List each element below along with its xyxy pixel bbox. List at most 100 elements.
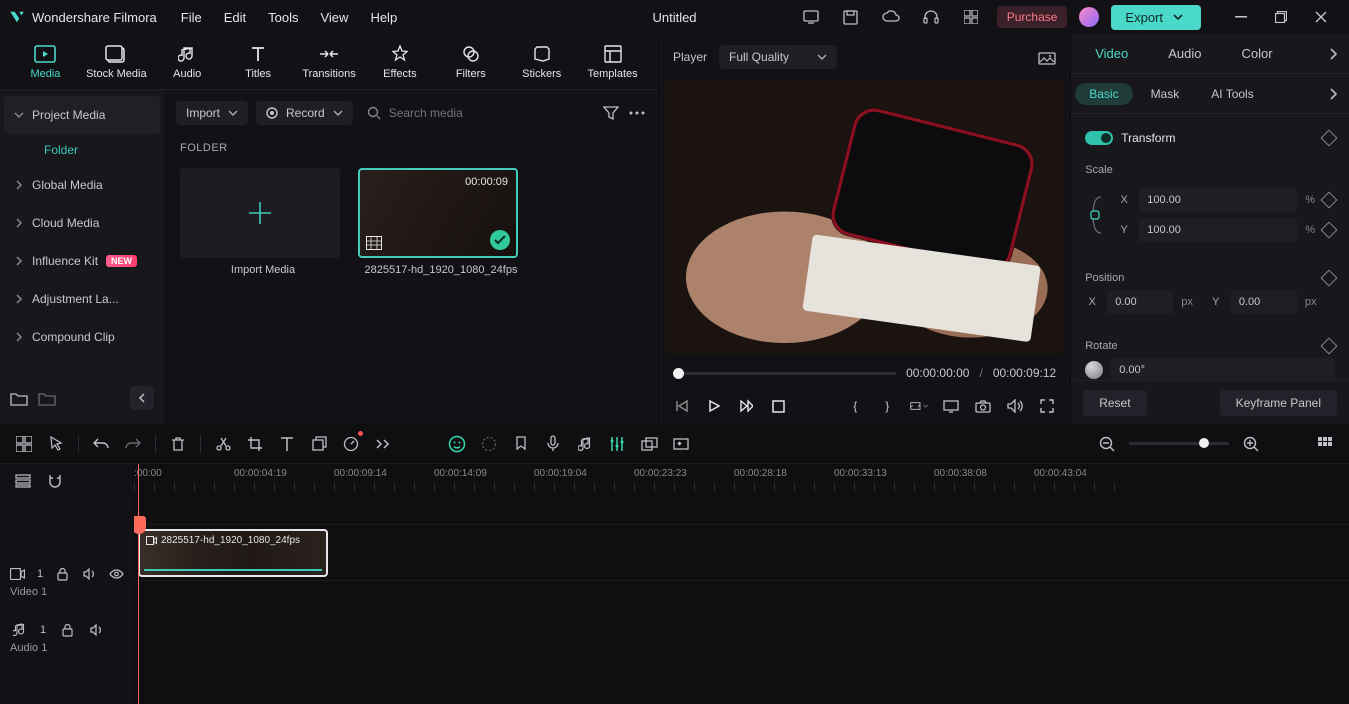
maximize-button[interactable] [1261,3,1301,31]
tab-filters[interactable]: Filters [435,38,506,86]
speed-icon[interactable] [341,434,361,454]
undo-icon[interactable] [91,434,111,454]
menu-view[interactable]: View [320,10,348,25]
pos-x-input[interactable] [1107,290,1173,314]
new-folder-icon[interactable] [10,390,28,406]
scrub-bar[interactable] [673,372,896,375]
keyframe-diamond[interactable] [1321,338,1338,355]
menu-edit[interactable]: Edit [224,10,246,25]
sidebar-folder[interactable]: Folder [4,134,160,166]
subtabs-scroll-right[interactable] [1327,86,1345,102]
keyframe-diamond[interactable] [1321,222,1338,239]
inspector-tab-audio[interactable]: Audio [1148,34,1221,73]
magnet-icon[interactable] [46,473,64,489]
headphones-icon[interactable] [917,3,945,31]
volume-button[interactable] [1006,398,1024,414]
transform-toggle[interactable] [1085,131,1113,145]
tabs-scroll-right[interactable] [1327,46,1345,62]
keyframe-diamond[interactable] [1321,130,1338,147]
minimize-button[interactable] [1221,3,1261,31]
tab-stock-media[interactable]: Stock Media [81,38,152,86]
keyframe-diamond[interactable] [1321,192,1338,209]
tab-templates[interactable]: Templates [577,38,648,86]
device-icon[interactable] [797,3,825,31]
rotate-knob[interactable] [1085,361,1103,379]
subtab-basic[interactable]: Basic [1075,83,1132,105]
snapshot-icon[interactable] [1038,49,1056,65]
ai-face-icon[interactable] [447,434,467,454]
tab-transitions[interactable]: Transitions [294,38,365,86]
prev-frame-button[interactable] [673,398,691,414]
camera-button[interactable] [974,398,992,414]
import-dropdown[interactable]: Import [176,101,248,125]
keyframe-diamond[interactable] [1321,270,1338,287]
view-options-icon[interactable] [1315,434,1335,454]
playhead[interactable] [138,464,139,704]
redo-icon[interactable] [123,434,143,454]
menu-help[interactable]: Help [370,10,397,25]
tab-stickers[interactable]: Stickers [506,38,577,86]
keyframe-icon[interactable] [671,434,691,454]
marker-icon[interactable] [511,434,531,454]
visibility-icon[interactable] [109,566,124,582]
zoom-slider[interactable] [1129,442,1229,445]
mute-icon[interactable] [88,622,106,638]
save-icon[interactable] [837,3,865,31]
mixer-icon[interactable] [607,434,627,454]
sidebar-cloud-media[interactable]: Cloud Media [4,204,160,242]
more-tools-icon[interactable] [373,434,393,454]
mark-in-button[interactable]: { [846,398,864,414]
close-button[interactable] [1301,3,1341,31]
playhead-handle[interactable] [134,516,146,534]
zoom-handle[interactable] [1199,438,1209,448]
inspector-tab-color[interactable]: Color [1221,34,1292,73]
collapse-sidebar-button[interactable] [130,386,154,410]
preview-viewport[interactable] [665,80,1064,354]
user-avatar[interactable] [1079,7,1099,27]
subtab-mask[interactable]: Mask [1137,83,1194,105]
sidebar-project-media[interactable]: Project Media [4,96,160,134]
video-lane[interactable]: 2825517-hd_1920_1080_24fps [134,524,1349,580]
pos-y-input[interactable] [1231,290,1297,314]
scale-y-input[interactable] [1139,218,1297,242]
display-button[interactable] [942,398,960,414]
scale-x-input[interactable] [1139,188,1297,212]
sidebar-global-media[interactable]: Global Media [4,166,160,204]
zoom-in-icon[interactable] [1241,434,1261,454]
link-axes-icon[interactable] [1089,193,1105,237]
delete-icon[interactable] [168,434,188,454]
inspector-tab-video[interactable]: Video [1075,34,1148,73]
fullscreen-button[interactable] [1038,398,1056,414]
tab-media[interactable]: Media [10,38,81,86]
tab-effects[interactable]: Effects [364,38,435,86]
sidebar-compound[interactable]: Compound Clip [4,318,160,356]
timeline-tracks[interactable]: :00:00 00:00:04:19 00:00:09:14 00:00:14:… [134,464,1349,704]
zoom-out-icon[interactable] [1097,434,1117,454]
crop-icon[interactable] [245,434,265,454]
audio-lane[interactable] [134,580,1349,636]
search-input[interactable] [389,106,588,120]
mic-icon[interactable] [543,434,563,454]
reset-button[interactable]: Reset [1083,390,1146,416]
media-clip[interactable]: 00:00:09 2825517-hd_1920_1080_24fps [358,168,524,276]
timeline-ruler[interactable]: :00:00 00:00:04:19 00:00:09:14 00:00:14:… [134,464,1349,494]
record-dropdown[interactable]: Record [256,101,353,125]
timeline-clip[interactable]: 2825517-hd_1920_1080_24fps [138,529,328,577]
copy-icon[interactable] [309,434,329,454]
quality-dropdown[interactable]: Full Quality [719,45,837,69]
color-wheel-icon[interactable] [479,434,499,454]
filter-icon[interactable] [602,105,620,121]
scrub-handle[interactable] [673,368,684,379]
ratio-button[interactable] [910,398,928,414]
mark-out-button[interactable]: } [878,398,896,414]
lock-icon[interactable] [58,622,76,638]
lock-icon[interactable] [55,566,70,582]
tab-titles[interactable]: Titles [223,38,294,86]
track-stack-icon[interactable] [14,473,32,489]
play-button[interactable] [705,398,723,414]
export-button[interactable]: Export [1111,5,1201,30]
tab-audio[interactable]: Audio [152,38,223,86]
stop-button[interactable] [769,398,787,414]
new-bin-icon[interactable] [38,390,56,406]
import-media-card[interactable]: Import Media [180,168,346,276]
